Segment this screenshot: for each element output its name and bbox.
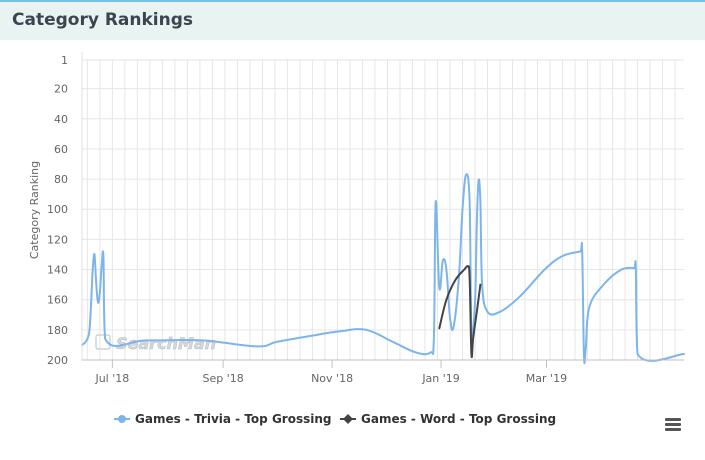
y-tick-label: 140 — [47, 264, 68, 277]
y-tick-label: 60 — [54, 143, 68, 156]
y-tick-label: 160 — [47, 294, 68, 307]
legend-item-label: Games - Trivia - Top Grossing — [135, 412, 331, 426]
y-tick-label: 40 — [54, 113, 68, 126]
panel-header: Category Rankings — [0, 2, 705, 40]
category-rankings-chart: SearchMan 120406080100120140160180200Jul… — [28, 52, 685, 426]
legend-circle-marker — [118, 415, 126, 423]
legend-item-label: Games - Word - Top Grossing — [361, 412, 556, 426]
y-tick-label: 1 — [61, 54, 68, 67]
legend-diamond-marker — [343, 414, 353, 424]
x-tick-label: Nov '18 — [311, 372, 353, 385]
y-tick-label: 100 — [47, 203, 68, 216]
x-tick-label: Sep '18 — [202, 372, 243, 385]
y-tick-label: 120 — [47, 233, 68, 246]
y-axis-title: Category Ranking — [28, 161, 41, 259]
x-tick-label: Jan '19 — [421, 372, 459, 385]
legend: Games - Trivia - Top Grossing Games - Wor… — [114, 412, 556, 426]
grid-lines — [82, 59, 684, 361]
y-tick-label: 20 — [54, 83, 68, 96]
y-tick-label: 180 — [47, 324, 68, 337]
x-tick-label: Jul '18 — [94, 372, 129, 385]
page-title: Category Rankings — [12, 10, 194, 30]
hamburger-menu-icon[interactable] — [664, 416, 682, 432]
y-tick-label: 200 — [47, 354, 68, 367]
y-tick-label: 80 — [54, 173, 68, 186]
x-tick-label: Mar '19 — [526, 372, 567, 385]
